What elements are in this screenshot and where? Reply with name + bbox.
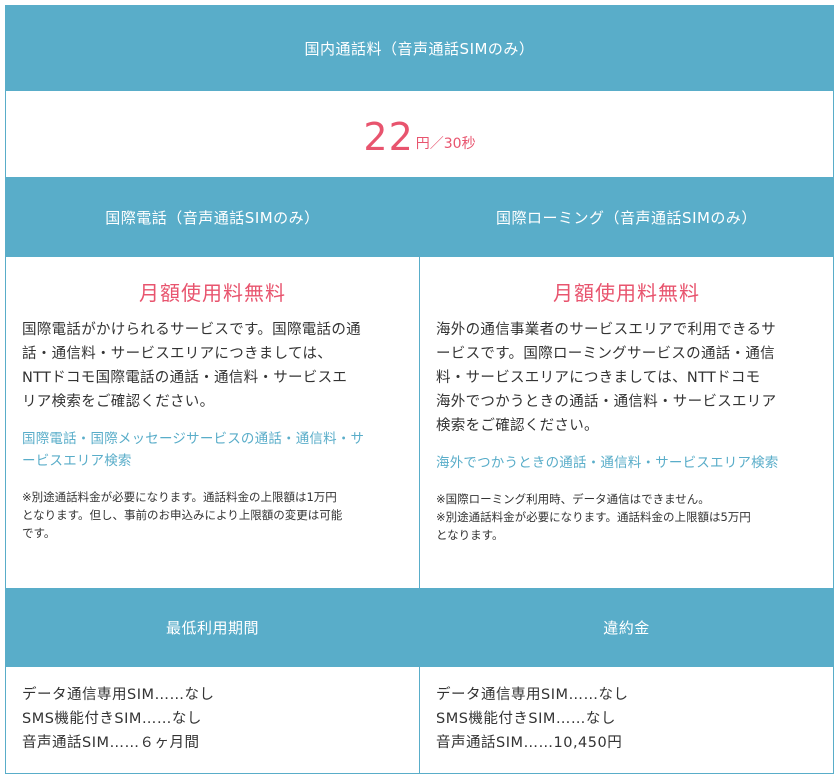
min-period-body: データ通信専用SIM……なし SMS機能付きSIM……なし 音声通話SIM……６… [6, 667, 419, 773]
intl-call-body: 月額使用料無料 国際電話がかけられるサービスです。国際電話の通 話・通信料・サー… [6, 257, 419, 588]
intl-roaming-header-label: 国際ローミング（音声通話SIMのみ） [496, 209, 757, 227]
intl-call-free-label: 月額使用料無料 [139, 281, 286, 305]
penalty-header-label: 違約金 [603, 619, 650, 637]
pricing-table: 国内通話料（音声通話SIMのみ） 22 円／30秒 国際電話（音声通話SIMのみ… [5, 5, 834, 774]
penalty-header: 違約金 [420, 588, 833, 667]
min-period-header-label: 最低利用期間 [165, 619, 259, 637]
intl-call-header-label: 国際電話（音声通話SIMのみ） [105, 209, 320, 227]
list-item: SMS機能付きSIM……なし [22, 711, 202, 727]
domestic-call-header-label: 国内通話料（音声通話SIMのみ） [304, 40, 535, 58]
intl-roaming-description: 海外の通信事業者のサービスエリアで利用できるサ ービスです。国際ローミングサービ… [436, 322, 777, 434]
domestic-call-header: 国内通話料（音声通話SIMのみ） [6, 6, 833, 91]
intl-call-header: 国際電話（音声通話SIMのみ） [6, 178, 419, 257]
intl-roaming-free-label: 月額使用料無料 [553, 281, 700, 305]
intl-call-description: 国際電話がかけられるサービスです。国際電話の通 話・通信料・サービスエリアにつき… [22, 322, 361, 410]
min-period-header: 最低利用期間 [6, 588, 419, 667]
list-item: データ通信専用SIM……なし [22, 687, 215, 703]
intl-roaming-notes: ※国際ローミング利用時、データ通信はできません。 ※別途通話料金が必要になります… [436, 492, 751, 542]
intl-roaming-body: 月額使用料無料 海外の通信事業者のサービスエリアで利用できるサ ービスです。国際… [420, 257, 833, 588]
list-item: 音声通話SIM……10,450円 [436, 735, 623, 751]
penalty-body: データ通信専用SIM……なし SMS機能付きSIM……なし 音声通話SIM……1… [420, 667, 833, 773]
price-unit: 円／30秒 [415, 136, 476, 152]
list-item: 音声通話SIM……６ヶ月間 [22, 735, 200, 751]
list-item: SMS機能付きSIM……なし [436, 711, 616, 727]
list-item: データ通信専用SIM……なし [436, 687, 629, 703]
intl-call-notes: ※別途通話料金が必要になります。通話料金の上限額は1万円 となります。但し、事前… [22, 490, 343, 540]
column-divider [419, 178, 420, 773]
intl-call-link[interactable]: 国際電話・国際メッセージサービスの通話・通信料・サ ービスエリア検索 [22, 428, 403, 472]
price-value: 22 [363, 115, 414, 159]
intl-roaming-header: 国際ローミング（音声通話SIMのみ） [420, 178, 833, 257]
domestic-call-price: 22 円／30秒 [6, 91, 833, 183]
intl-roaming-link[interactable]: 海外でつかうときの通話・通信料・サービスエリア検索 [436, 452, 817, 474]
